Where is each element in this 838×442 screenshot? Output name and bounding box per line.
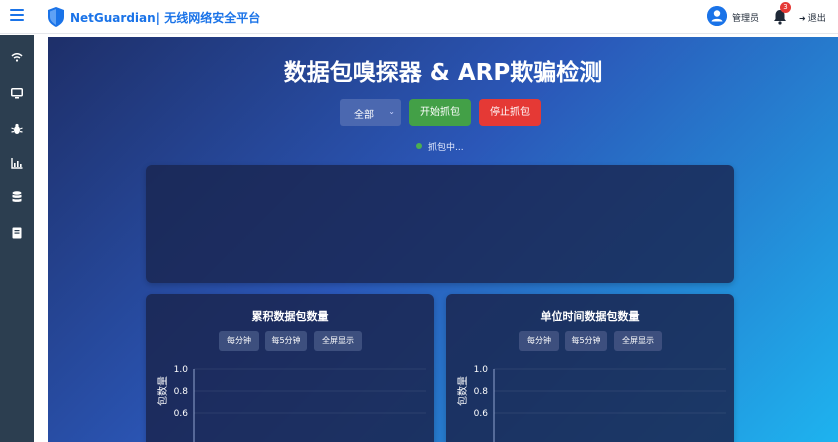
sidebar-item-logs[interactable] <box>5 222 29 244</box>
database-icon <box>12 191 22 202</box>
y-tick-label: 0.6 <box>174 409 189 419</box>
fullscreen-button[interactable]: 全屏显示 <box>314 331 362 351</box>
main-content: 数据包嗅探器 & ARP欺骗检测 全部 ⌄ 开始抓包 停止抓包 抓包中... 累… <box>48 37 838 442</box>
y-tick-label: 0.8 <box>474 387 489 397</box>
cumulative-packets-chart-card: 累积数据包数量 每分钟 每5分钟 全屏显示 1.0 0.8 0.6 包数量 <box>146 294 434 442</box>
per-interval-chart-plot: 1.0 0.8 0.6 <box>474 365 726 442</box>
status-text: 抓包中... <box>428 143 464 153</box>
y-tick-label: 1.0 <box>174 365 189 375</box>
chart-title: 累积数据包数量 <box>251 310 329 323</box>
per-minute-button[interactable]: 每分钟 <box>519 331 559 351</box>
y-axis-label: 包数量 <box>158 376 169 406</box>
y-tick-label: 0.8 <box>174 387 189 397</box>
content-gutter <box>34 35 48 442</box>
user-avatar-icon[interactable] <box>707 6 727 26</box>
page-title: 数据包嗅探器 & ARP欺骗检测 <box>283 60 603 86</box>
protocol-filter-select[interactable]: 全部 ⌄ <box>340 99 401 126</box>
packets-per-interval-chart-card: 单位时间数据包数量 每分钟 每5分钟 全屏显示 1.0 0.8 0.6 包数量 <box>446 294 734 442</box>
sidebar-item-monitor[interactable] <box>5 82 29 104</box>
per-minute-button[interactable]: 每分钟 <box>219 331 259 351</box>
sidebar <box>0 35 34 442</box>
brand-title: NetGuardian| 无线网络安全平台 <box>70 11 261 25</box>
packet-list-panel[interactable] <box>146 165 734 283</box>
chart-title: 单位时间数据包数量 <box>540 310 640 323</box>
per-5-minutes-button[interactable]: 每5分钟 <box>565 331 607 351</box>
sidebar-item-bug[interactable] <box>5 118 29 140</box>
y-tick-label: 1.0 <box>474 365 489 375</box>
sidebar-item-database[interactable] <box>5 186 29 208</box>
book-icon <box>12 227 22 239</box>
logout-link[interactable]: ➜ 退出 <box>799 11 826 24</box>
bug-icon <box>11 123 23 134</box>
start-capture-button[interactable]: 开始抓包 <box>409 99 471 126</box>
capture-status: 抓包中... <box>416 140 464 153</box>
menu-icon[interactable] <box>10 9 24 23</box>
notification-badge: 3 <box>780 2 791 13</box>
sidebar-item-wifi[interactable] <box>5 46 29 68</box>
per-5-minutes-button[interactable]: 每5分钟 <box>265 331 307 351</box>
wifi-icon <box>11 53 23 62</box>
logout-icon: ➜ <box>799 14 806 23</box>
logout-label: 退出 <box>807 14 826 24</box>
y-tick-label: 0.6 <box>474 409 489 419</box>
chart-icon <box>11 157 23 169</box>
shield-logo-icon <box>48 7 64 27</box>
cumulative-chart-plot: 1.0 0.8 0.6 <box>174 365 426 442</box>
top-bar: NetGuardian| 无线网络安全平台 管理员 3 ➜ 退出 <box>0 0 838 34</box>
user-name[interactable]: 管理员 <box>732 11 759 24</box>
status-dot-icon <box>416 143 422 149</box>
fullscreen-button[interactable]: 全屏显示 <box>614 331 662 351</box>
y-axis-label: 包数量 <box>458 376 469 406</box>
monitor-icon <box>11 87 23 98</box>
stop-capture-button[interactable]: 停止抓包 <box>479 99 541 126</box>
sidebar-item-statistics[interactable] <box>5 152 29 174</box>
filter-select-value: 全部 <box>354 110 374 121</box>
chevron-down-icon: ⌄ <box>388 107 395 116</box>
